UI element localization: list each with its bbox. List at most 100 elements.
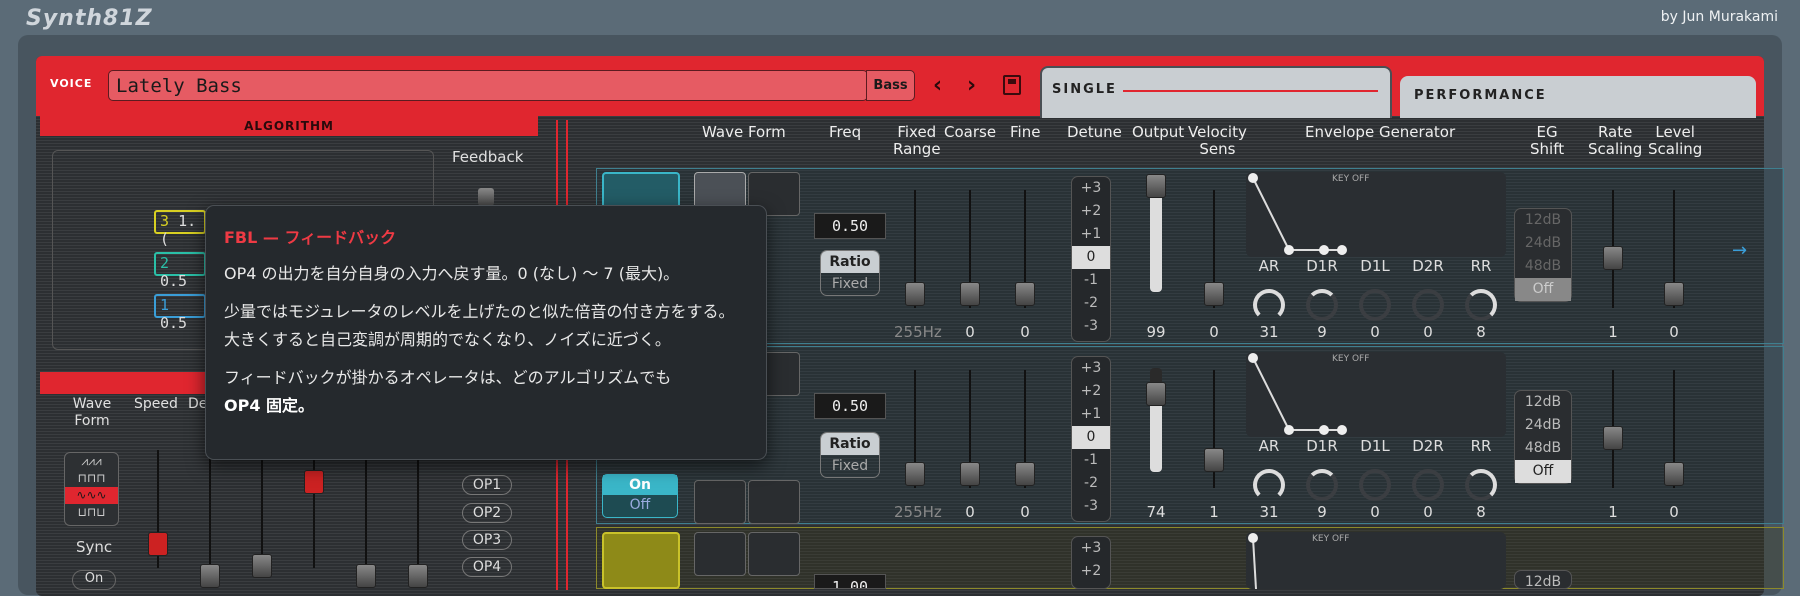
fader-knob[interactable] bbox=[1603, 426, 1623, 450]
op3-wave-8[interactable] bbox=[748, 480, 800, 524]
fader-knob[interactable] bbox=[905, 462, 925, 486]
voice-category-button[interactable]: Bass bbox=[866, 70, 915, 101]
alg-op3-chip[interactable]: 3 1.( bbox=[154, 210, 206, 248]
detune-opt[interactable]: +2 bbox=[1072, 560, 1110, 583]
shift-opt[interactable]: 48dB bbox=[1515, 437, 1571, 460]
op4-fine-fader[interactable] bbox=[1015, 190, 1035, 308]
lfo-op2-button[interactable]: OP2 bbox=[462, 503, 512, 523]
lfo-speed-fader[interactable] bbox=[148, 450, 168, 568]
next-voice-button[interactable]: › bbox=[967, 73, 976, 98]
op3-detune-selector[interactable]: +3 +2 +1 0 -1 -2 -3 bbox=[1071, 356, 1111, 522]
op2-detune-selector[interactable]: +3 +2 bbox=[1071, 536, 1111, 589]
op4-envelope-graph[interactable] bbox=[1246, 172, 1506, 257]
fader-knob[interactable] bbox=[1664, 282, 1684, 306]
alg-op1-chip[interactable]: 1 0.5 bbox=[154, 294, 206, 332]
save-icon[interactable] bbox=[1003, 75, 1021, 95]
on-option[interactable]: On bbox=[603, 475, 677, 495]
op3-level-scaling-fader[interactable] bbox=[1664, 370, 1684, 488]
lfo-amd-fader[interactable] bbox=[304, 450, 324, 568]
detune-opt[interactable]: +2 bbox=[1072, 200, 1110, 223]
lfo-op4-button[interactable]: OP4 bbox=[462, 557, 512, 577]
lfo-ams-fader[interactable] bbox=[408, 450, 428, 588]
lfo-wave-square[interactable]: ⊓⊓⊓ bbox=[65, 470, 118, 487]
shift-opt[interactable]: 24dB bbox=[1515, 232, 1571, 255]
detune-opt[interactable]: +1 bbox=[1072, 403, 1110, 426]
op2-freq-value[interactable]: 1.00 bbox=[814, 574, 886, 589]
op3-ar-knob[interactable] bbox=[1253, 469, 1285, 501]
op4-fixed-range-fader[interactable] bbox=[905, 190, 925, 308]
op3-wave-7[interactable] bbox=[694, 480, 746, 524]
op4-rr-knob[interactable] bbox=[1465, 289, 1497, 321]
lfo-wave-saw[interactable]: ⩘⩘⩘ bbox=[65, 453, 118, 470]
op3-output-knob[interactable] bbox=[1146, 382, 1166, 406]
lfo-op3-button[interactable]: OP3 bbox=[462, 530, 512, 550]
lfo-pmd-fader[interactable] bbox=[252, 450, 272, 578]
op3-rr-knob[interactable] bbox=[1465, 469, 1497, 501]
op2-eg-shift-selector[interactable]: 12dB bbox=[1514, 570, 1572, 589]
detune-opt[interactable]: +3 bbox=[1072, 357, 1110, 380]
op4-ar-knob[interactable] bbox=[1253, 289, 1285, 321]
op4-d2r-knob[interactable] bbox=[1412, 289, 1444, 321]
op3-freq-value[interactable]: 0.50 bbox=[814, 393, 886, 419]
lfo-wave-triangle[interactable]: ∿∿∿ bbox=[65, 487, 118, 504]
fixed-option[interactable]: Fixed bbox=[821, 455, 879, 477]
op3-eg-shift-selector[interactable]: 12dB 24dB 48dB Off bbox=[1514, 390, 1572, 484]
fixed-option[interactable]: Fixed bbox=[821, 273, 879, 295]
fader-knob[interactable] bbox=[304, 470, 324, 494]
detune-opt[interactable]: -3 bbox=[1072, 495, 1110, 518]
detune-opt[interactable]: +2 bbox=[1072, 380, 1110, 403]
op4-freq-value[interactable]: 0.50 bbox=[814, 213, 886, 239]
fader-knob[interactable] bbox=[905, 282, 925, 306]
fader-knob[interactable] bbox=[960, 462, 980, 486]
op3-envelope-graph[interactable] bbox=[1246, 352, 1506, 437]
shift-opt[interactable]: 24dB bbox=[1515, 414, 1571, 437]
fader-knob[interactable] bbox=[1204, 448, 1224, 472]
detune-opt[interactable]: 0 bbox=[1072, 246, 1110, 269]
op4-output-knob[interactable] bbox=[1146, 174, 1166, 198]
op4-freq-mode[interactable]: Ratio Fixed bbox=[820, 250, 880, 296]
op3-freq-mode[interactable]: Ratio Fixed bbox=[820, 432, 880, 478]
alg-op2-chip[interactable]: 2 0.5 bbox=[154, 252, 206, 290]
shift-opt[interactable]: 12dB bbox=[1515, 209, 1571, 232]
op4-output-bar[interactable] bbox=[1150, 188, 1162, 292]
prev-voice-button[interactable]: ‹ bbox=[933, 73, 942, 98]
op3-d2r-knob[interactable] bbox=[1412, 469, 1444, 501]
ratio-option[interactable]: Ratio bbox=[821, 251, 879, 273]
fader-knob[interactable] bbox=[1015, 282, 1035, 306]
op2-wave-2[interactable] bbox=[748, 532, 800, 576]
op2-select[interactable] bbox=[602, 532, 680, 589]
detune-opt[interactable]: 0 bbox=[1072, 426, 1110, 449]
detune-opt[interactable]: -3 bbox=[1072, 315, 1110, 338]
fader-knob[interactable] bbox=[1204, 282, 1224, 306]
op3-d1r-knob[interactable] bbox=[1306, 469, 1338, 501]
lfo-delay-fader[interactable] bbox=[200, 450, 220, 588]
feedback-fader-knob[interactable] bbox=[478, 188, 494, 206]
detune-opt[interactable]: +3 bbox=[1072, 537, 1110, 560]
detune-opt[interactable]: -2 bbox=[1072, 292, 1110, 315]
voice-name-input[interactable]: Lately Bass bbox=[108, 70, 868, 101]
fader-knob[interactable] bbox=[1015, 462, 1035, 486]
op4-coarse-fader[interactable] bbox=[960, 190, 980, 308]
detune-opt[interactable]: +3 bbox=[1072, 177, 1110, 200]
op4-d1l-knob[interactable] bbox=[1359, 289, 1391, 321]
lfo-op1-button[interactable]: OP1 bbox=[462, 475, 512, 495]
detune-opt[interactable]: -2 bbox=[1072, 472, 1110, 495]
fader-knob[interactable] bbox=[148, 532, 168, 556]
op4-velocity-fader[interactable] bbox=[1204, 190, 1224, 308]
fader-knob[interactable] bbox=[1664, 462, 1684, 486]
op2-wave-sine[interactable] bbox=[694, 532, 746, 576]
detune-opt[interactable]: -1 bbox=[1072, 449, 1110, 472]
shift-opt[interactable]: 12dB bbox=[1515, 391, 1571, 414]
lfo-pms-fader[interactable] bbox=[356, 450, 376, 588]
lfo-wave-sh[interactable]: ⊔⊓⊔ bbox=[65, 504, 118, 521]
fader-knob[interactable] bbox=[200, 564, 220, 588]
detune-opt[interactable]: +1 bbox=[1072, 223, 1110, 246]
op4-level-scaling-fader[interactable] bbox=[1664, 190, 1684, 308]
op4-eg-shift-selector[interactable]: 12dB 24dB 48dB Off bbox=[1514, 208, 1572, 302]
shift-opt[interactable]: 12dB bbox=[1515, 571, 1571, 588]
fader-knob[interactable] bbox=[356, 564, 376, 588]
op3-d1l-knob[interactable] bbox=[1359, 469, 1391, 501]
off-option[interactable]: Off bbox=[603, 495, 677, 515]
fader-knob[interactable] bbox=[252, 554, 272, 578]
shift-opt[interactable]: 48dB bbox=[1515, 255, 1571, 278]
